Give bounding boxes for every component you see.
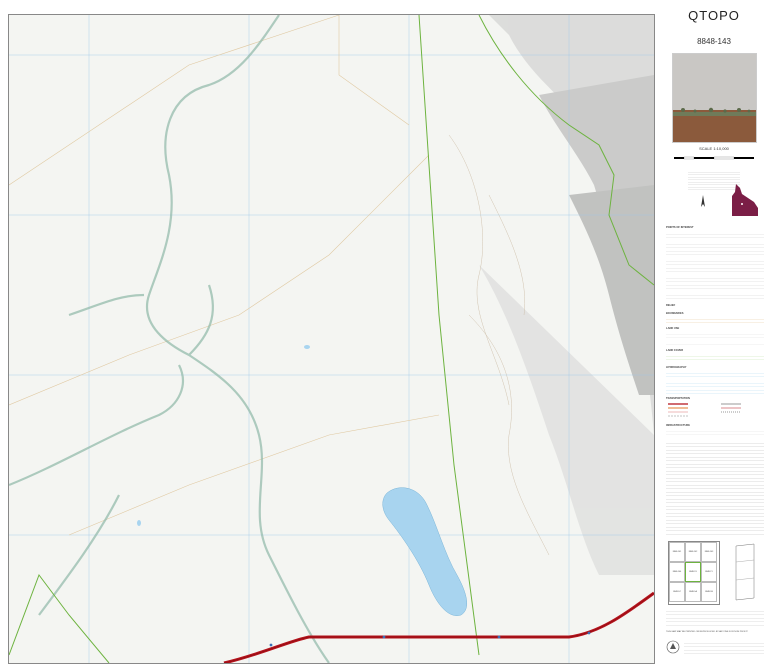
queensland-government-logo xyxy=(666,640,680,654)
legend-landuse-block xyxy=(666,331,764,346)
legend-transport-heading: TRANSPORTATION xyxy=(666,397,690,400)
print-note: THIS MAP MAY BE PRINTED OR REPRODUCED BY… xyxy=(666,631,748,633)
index-sheet[interactable]: 8848-141 xyxy=(669,542,685,562)
legend-hydro-heading: HYDROGRAPHY xyxy=(666,366,687,369)
legend-hydro-block xyxy=(666,370,764,396)
copyright-text xyxy=(684,640,764,656)
legend-transport-block xyxy=(666,401,764,423)
index-sheet-current[interactable]: 8848-1X xyxy=(685,562,701,582)
adjoining-sheets-index: 8848-141 8848-142 8848-143 8848-144 8848… xyxy=(668,541,720,605)
map-sidebar-panel: QTOPO 8848-143 SCALE 1:10,000 POINTS OF xyxy=(660,0,768,671)
index-sheet[interactable]: 8848-1B xyxy=(701,582,717,602)
legend-infrastructure-heading: INFRASTRUCTURE xyxy=(666,424,690,427)
map-frame[interactable] xyxy=(8,14,655,664)
index-sheet[interactable]: 8848-142 xyxy=(685,542,701,562)
north-arrow xyxy=(696,194,710,208)
queensland-locator-map xyxy=(730,182,760,218)
legend-landcover-block xyxy=(666,353,764,363)
disclaimer-text xyxy=(666,440,764,536)
landscape-photo xyxy=(672,53,757,143)
legend-points-block xyxy=(666,231,764,301)
legend-points-heading: POINTS OF INTEREST xyxy=(666,226,694,229)
index-sheet[interactable]: 8848-144 xyxy=(669,562,685,582)
legend-landuse-heading: LAND USE xyxy=(666,327,680,330)
index-sheet[interactable]: 8848-1A xyxy=(685,582,701,602)
index-sheet[interactable]: 8848-143 xyxy=(701,542,717,562)
index-sheet[interactable]: 8848-1Z xyxy=(669,582,685,602)
small-pond-2 xyxy=(137,520,141,526)
support-note xyxy=(666,608,764,628)
sheet-number: 8848-143 xyxy=(697,37,731,46)
topographic-map[interactable] xyxy=(9,15,654,663)
legend-boundaries-block xyxy=(666,316,764,324)
product-title: QTOPO xyxy=(688,8,740,23)
legend-boundaries-heading: BOUNDARIES xyxy=(666,312,684,315)
index-sheet[interactable]: 8848-1Y xyxy=(701,562,717,582)
small-pond xyxy=(304,345,310,349)
legend-relief-heading: RELIEF xyxy=(666,304,676,307)
map-fold-diagram xyxy=(732,542,758,602)
scale-bar xyxy=(674,156,754,160)
scale-label: SCALE 1:10,000 xyxy=(699,146,729,151)
legend-infrastructure-block xyxy=(666,428,764,436)
legend-landcover-heading: LAND COVER xyxy=(666,349,684,352)
